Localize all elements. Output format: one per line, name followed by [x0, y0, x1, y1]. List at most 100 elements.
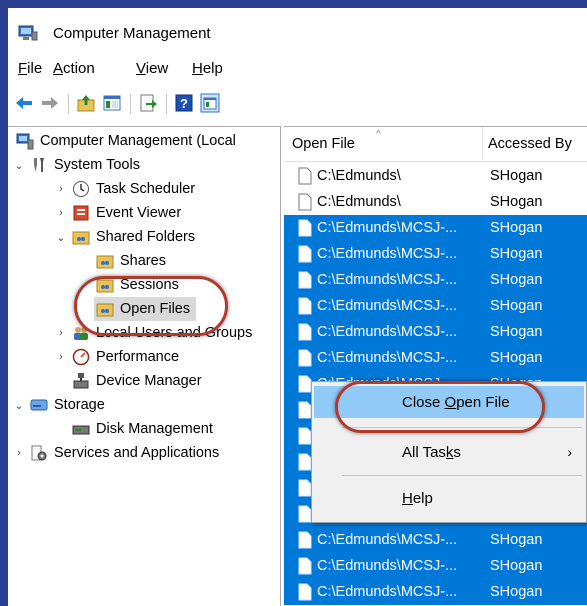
- tree-label-sessions: Sessions: [120, 277, 179, 293]
- open-file-path: C:\Edmunds\MCSJ-...: [317, 584, 458, 600]
- tree-label-system-tools: System Tools: [54, 157, 140, 173]
- context-menu-close-open-file[interactable]: Close Open File: [314, 386, 584, 418]
- accessed-by-user: SHogan: [490, 168, 543, 184]
- event-viewer-icon: [73, 205, 89, 221]
- chevron-down-icon[interactable]: ⌄: [12, 159, 26, 172]
- forward-arrow-icon[interactable]: [40, 93, 60, 113]
- column-header-open-file[interactable]: Open File: [292, 127, 355, 161]
- services-icon: [31, 445, 47, 461]
- chevron-right-icon[interactable]: ›: [54, 327, 68, 339]
- tree-label-task-scheduler: Task Scheduler: [96, 181, 196, 197]
- table-row[interactable]: C:\Edmunds\MCSJ-... SHogan: [284, 319, 587, 345]
- tree-item-device-manager[interactable]: Device Manager: [72, 369, 202, 393]
- table-row[interactable]: C:\Edmunds\MCSJ-... SHogan: [284, 553, 587, 579]
- toolbar-separator: [68, 94, 69, 114]
- open-file-path: C:\Edmunds\MCSJ-...: [317, 532, 458, 548]
- table-row[interactable]: C:\Edmunds\ SHogan: [284, 189, 587, 215]
- open-file-path: C:\Edmunds\MCSJ-...: [317, 272, 458, 288]
- toolbar-separator: [166, 94, 167, 114]
- chevron-down-icon[interactable]: ⌄: [54, 231, 68, 244]
- column-label-open-file: Open File: [292, 136, 355, 152]
- storage-icon: [30, 399, 48, 411]
- system-tools-icon: [34, 158, 44, 172]
- tree-label-open-files: Open Files: [120, 301, 191, 317]
- export-icon[interactable]: [138, 93, 158, 113]
- tree-item-storage[interactable]: ⌄ Storage: [12, 393, 104, 417]
- file-icon: [298, 375, 312, 393]
- file-icon: [298, 505, 312, 523]
- open-files-icon: [96, 303, 114, 317]
- file-icon: [298, 167, 312, 185]
- menu-action[interactable]: Action: [53, 60, 95, 77]
- tree-item-services-applications[interactable]: › Services and Applications: [12, 441, 219, 465]
- file-icon: [298, 401, 312, 419]
- chevron-right-icon[interactable]: ›: [54, 351, 68, 363]
- tree-item-disk-management[interactable]: Disk Management: [72, 417, 213, 441]
- title-bar[interactable]: Computer Management: [8, 8, 587, 50]
- accessed-by-user: SHogan: [490, 324, 543, 340]
- computer-management-icon: [16, 133, 34, 150]
- chevron-down-icon[interactable]: ⌄: [12, 399, 26, 412]
- tree-item-local-users[interactable]: › Local Users and Groups: [54, 321, 252, 345]
- table-row[interactable]: C:\Edmunds\MCSJ-... SHogan: [284, 345, 587, 371]
- tree-item-task-scheduler[interactable]: › Task Scheduler: [54, 177, 195, 201]
- tree-item-event-viewer[interactable]: › Event Viewer: [54, 201, 181, 225]
- table-row[interactable]: C:\Edmunds\MCSJ-... SHogan: [284, 579, 587, 605]
- all-tasks-label-pre: All Tas: [402, 443, 446, 461]
- help-icon[interactable]: ?: [174, 93, 194, 113]
- file-icon: [298, 193, 312, 211]
- accessed-by-user: SHogan: [490, 584, 543, 600]
- accessed-by-user: SHogan: [490, 194, 543, 210]
- menu-bar: File Action View Help: [8, 60, 587, 84]
- chevron-right-icon[interactable]: ›: [12, 447, 26, 459]
- table-row[interactable]: C:\Edmunds\MCSJ-... SHogan: [284, 215, 587, 241]
- context-menu: Close Open File All Tasks › Help: [311, 381, 587, 523]
- close-label-post: pen File: [456, 393, 510, 411]
- tree-label-event-viewer: Event Viewer: [96, 205, 182, 221]
- chevron-right-icon[interactable]: ›: [54, 183, 68, 195]
- show-hide-tree-icon[interactable]: [102, 93, 122, 113]
- menu-file[interactable]: File: [18, 60, 42, 77]
- back-arrow-icon[interactable]: [14, 93, 34, 113]
- tree-item-system-tools[interactable]: ⌄ System Tools: [12, 153, 140, 177]
- column-header-accessed-by[interactable]: Accessed By: [488, 127, 572, 161]
- tree-item-shares[interactable]: Shares: [96, 249, 166, 273]
- column-header-row: Open File ^ Accessed By: [284, 127, 587, 162]
- file-icon: [298, 583, 312, 601]
- table-row[interactable]: C:\Edmunds\MCSJ-... SHogan: [284, 267, 587, 293]
- file-icon: [298, 479, 312, 497]
- tree-item-shared-folders[interactable]: ⌄ Shared Folders: [54, 225, 195, 249]
- tree-label-device-manager: Device Manager: [96, 373, 202, 389]
- close-label-mnemonic: O: [444, 393, 457, 411]
- help-label-mnemonic: H: [402, 489, 413, 507]
- tree-label-disk-management: Disk Management: [96, 421, 213, 437]
- table-row[interactable]: C:\Edmunds\MCSJ-... SHogan: [284, 241, 587, 267]
- menu-action-mnemonic: A: [53, 60, 64, 77]
- folder-up-icon[interactable]: [76, 93, 96, 113]
- menu-file-mnemonic: F: [18, 60, 28, 77]
- chevron-right-icon[interactable]: ›: [54, 207, 68, 219]
- context-menu-all-tasks[interactable]: All Tasks ›: [314, 436, 584, 468]
- menu-help[interactable]: Help: [192, 60, 223, 77]
- column-divider[interactable]: [482, 127, 483, 161]
- column-label-accessed-by: Accessed By: [488, 136, 572, 152]
- shared-folder-icon: [72, 231, 90, 245]
- all-tasks-label-post: s: [453, 443, 461, 461]
- file-icon: [298, 219, 312, 237]
- context-menu-help[interactable]: Help: [314, 482, 584, 514]
- tree-label-shared-folders: Shared Folders: [96, 229, 196, 245]
- menu-view[interactable]: View: [136, 60, 168, 77]
- properties-icon[interactable]: [200, 93, 220, 113]
- open-files-list: Open File ^ Accessed By C:\Edmunds\ SHoga…: [284, 126, 587, 606]
- tree-label-performance: Performance: [96, 349, 180, 365]
- tree-item-performance[interactable]: › Performance: [54, 345, 179, 369]
- tree-item-sessions[interactable]: Sessions: [96, 273, 179, 297]
- table-row[interactable]: C:\Edmunds\MCSJ-... SHogan: [284, 527, 587, 553]
- table-row[interactable]: C:\Edmunds\MCSJ-... SHogan: [284, 293, 587, 319]
- tree-item-open-files[interactable]: Open Files: [94, 297, 197, 321]
- menu-file-label: ile: [27, 60, 43, 77]
- tree-item-computer-management[interactable]: Computer Management (Local: [16, 129, 236, 153]
- accessed-by-user: SHogan: [490, 558, 543, 574]
- context-menu-separator: [342, 475, 582, 476]
- table-row[interactable]: C:\Edmunds\ SHogan: [284, 163, 587, 189]
